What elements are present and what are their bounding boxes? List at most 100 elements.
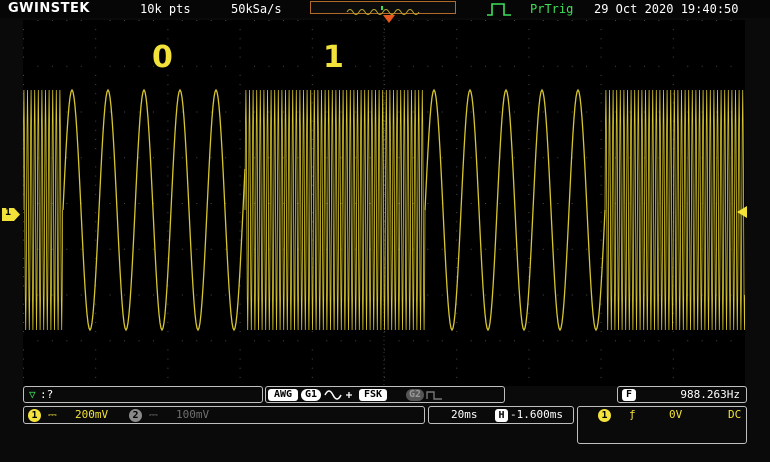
grid-dot xyxy=(51,20,53,21)
grid-dot xyxy=(600,376,602,378)
grid-dot xyxy=(528,303,530,305)
trigger-position-triangle-icon[interactable] xyxy=(383,15,395,24)
grid-dot xyxy=(485,294,487,296)
channel-1-ground-marker[interactable]: 1 xyxy=(2,206,20,221)
channel-scale-panel[interactable]: 1 ⎓ 200mV 2 ⎓ 100mV xyxy=(23,406,425,424)
grid-dot xyxy=(167,102,169,104)
grid-dot xyxy=(427,65,429,67)
grid-dot xyxy=(23,312,24,314)
grid-dot xyxy=(456,129,458,131)
grid-dot xyxy=(239,120,241,122)
dc-coupling-icon: ⎓ xyxy=(48,408,57,421)
grid-dot xyxy=(23,38,24,40)
grid-dot xyxy=(528,212,530,214)
grid-dot xyxy=(37,20,39,21)
grid-dot xyxy=(80,65,82,67)
grid-dot xyxy=(629,340,631,342)
grid-dot xyxy=(658,20,660,21)
grid-dot xyxy=(268,20,270,21)
grid-dot xyxy=(95,93,97,95)
grid-dot xyxy=(528,312,530,314)
grid-dot xyxy=(557,340,559,342)
grid-dot xyxy=(23,303,24,305)
grid-dot xyxy=(600,349,602,351)
grid-dot xyxy=(355,340,357,342)
grid-dot xyxy=(384,29,385,31)
grid-dot xyxy=(687,65,689,67)
grid-dot xyxy=(557,157,559,159)
grid-dot xyxy=(23,221,24,223)
grid-dot xyxy=(571,294,573,296)
grid-dot xyxy=(456,166,458,168)
grid-dot xyxy=(600,93,602,95)
bit-label-zero: 0 xyxy=(152,40,173,75)
grid-dot xyxy=(355,20,357,21)
grid-dot xyxy=(95,166,97,168)
timebase-panel[interactable]: 20ms H -1.600ms xyxy=(428,406,574,424)
grid-dot xyxy=(600,47,602,49)
channel-2-badge[interactable]: 2 xyxy=(129,409,142,422)
frequency-counter: F 988.263Hz xyxy=(617,386,747,403)
channel-2-scale: 100mV xyxy=(176,408,210,421)
memory-overview-bar xyxy=(310,1,456,15)
grid-dot xyxy=(456,84,458,86)
grid-dot xyxy=(311,148,313,150)
grid-dot xyxy=(600,358,602,360)
grid-dot xyxy=(152,157,154,159)
square-wave-icon xyxy=(426,391,442,400)
grid-dot xyxy=(167,29,169,31)
grid-dot xyxy=(672,47,674,49)
grid-dot xyxy=(196,248,198,250)
grid-dot xyxy=(167,376,169,378)
grid-dot xyxy=(528,47,530,49)
grid-dot xyxy=(196,20,198,21)
grid-dot xyxy=(615,20,617,21)
grid-dot xyxy=(456,38,458,40)
waveform-graticule xyxy=(22,20,761,424)
grid-dot xyxy=(528,102,530,104)
grid-dot xyxy=(124,157,126,159)
trigger-settings-panel[interactable]: 1 ƒ 0V DC xyxy=(577,406,747,444)
grid-dot xyxy=(167,138,169,140)
awg-status-bar[interactable]: AWG G1 FSK G2 xyxy=(265,386,505,403)
grid-dot xyxy=(95,221,97,223)
generator-1-badge[interactable]: G1 xyxy=(301,389,321,401)
grid-dot xyxy=(586,294,588,296)
grid-dot xyxy=(542,111,544,113)
generator-2-badge[interactable]: G2 xyxy=(406,389,424,401)
grid-dot xyxy=(600,102,602,104)
grid-dot xyxy=(167,212,169,214)
grid-dot xyxy=(600,138,602,140)
grid-dot xyxy=(311,138,313,140)
grid-dot xyxy=(528,38,530,40)
grid-dot xyxy=(355,65,357,67)
grid-dot xyxy=(528,230,530,232)
frequency-badge: F xyxy=(622,389,636,401)
grid-dot xyxy=(239,193,241,195)
grid-dot xyxy=(528,56,530,58)
grid-dot xyxy=(369,157,371,159)
grid-dot xyxy=(499,248,501,250)
grid-dot xyxy=(23,285,24,287)
grid-dot xyxy=(167,193,169,195)
grid-dot xyxy=(456,367,458,369)
grid-dot xyxy=(66,65,68,67)
trigger-level-marker-icon[interactable] xyxy=(737,206,747,218)
grid-dot xyxy=(239,303,241,305)
grid-dot xyxy=(239,349,241,351)
grid-dot xyxy=(542,65,544,67)
grid-dot xyxy=(427,111,429,113)
grid-dot xyxy=(456,138,458,140)
grid-dot xyxy=(80,340,82,342)
grid-dot xyxy=(542,294,544,296)
waveform-display[interactable]: 0 1 xyxy=(22,20,761,424)
grid-dot xyxy=(254,157,256,159)
grid-dot xyxy=(23,212,24,214)
grid-dot xyxy=(167,321,169,323)
channel-1-badge[interactable]: 1 xyxy=(28,409,41,422)
grid-dot xyxy=(311,84,313,86)
frequency-value: 988.263Hz xyxy=(680,388,740,401)
grid-dot xyxy=(181,111,183,113)
grid-dot xyxy=(311,129,313,131)
grid-dot xyxy=(586,340,588,342)
